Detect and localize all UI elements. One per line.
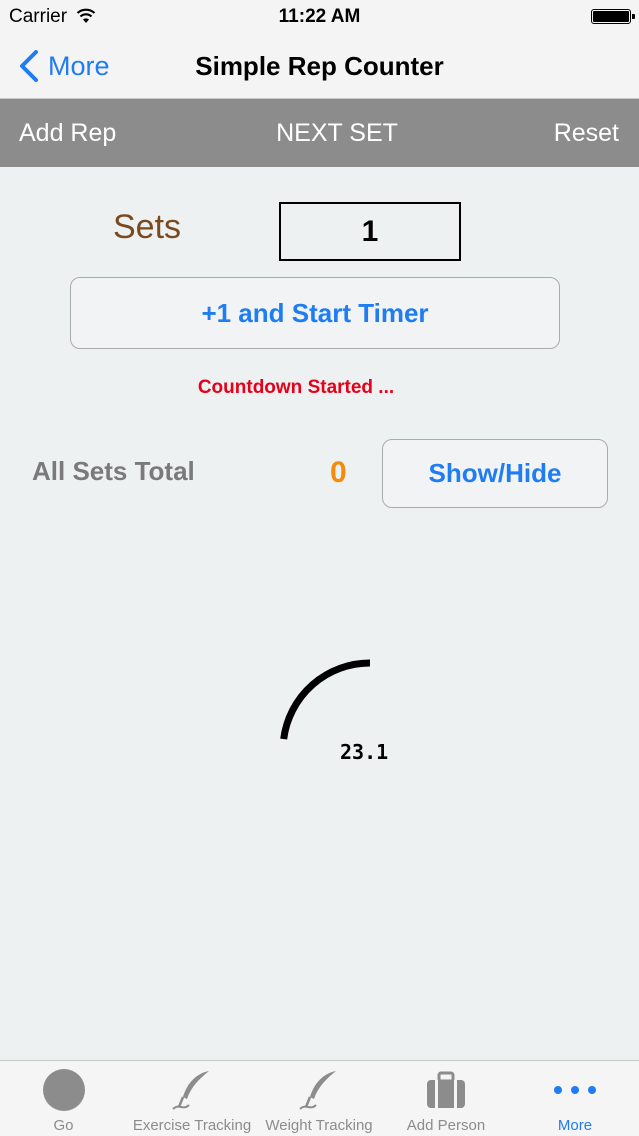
tab-weight-tracking[interactable]: Weight Tracking: [257, 1061, 381, 1136]
tab-label: Add Person: [406, 1117, 486, 1134]
timer-value: 23.1: [340, 740, 389, 764]
tab-more[interactable]: More: [511, 1061, 639, 1136]
action-toolbar: Add Rep NEXT SET Reset: [0, 99, 639, 167]
tab-bar: Go Exercise Tracking Weight Tracking Add…: [0, 1060, 639, 1136]
battery-icon: [591, 9, 635, 24]
all-sets-total-label: All Sets Total: [32, 456, 195, 486]
tab-add-person[interactable]: Add Person: [381, 1061, 511, 1136]
quill-icon: [172, 1071, 209, 1110]
countdown-timer-arc: [280, 659, 371, 740]
tab-label: Weight Tracking: [265, 1117, 373, 1134]
reset-button[interactable]: Reset: [554, 119, 619, 148]
next-set-button[interactable]: NEXT SET: [0, 119, 639, 148]
sets-count-field[interactable]: 1: [279, 202, 461, 261]
all-sets-total-value: 0: [330, 456, 347, 489]
status-bar: Carrier 11:22 AM: [0, 0, 639, 33]
timer-progress-arc: [280, 659, 371, 740]
tab-exercise-tracking[interactable]: Exercise Tracking: [127, 1061, 257, 1136]
quill-icon: [299, 1071, 336, 1110]
page-title: Simple Rep Counter: [195, 51, 444, 81]
tab-go[interactable]: Go: [0, 1061, 127, 1136]
navigation-bar: More Simple Rep Counter: [0, 33, 639, 99]
show-hide-button[interactable]: Show/Hide: [382, 439, 608, 508]
sets-label: Sets: [113, 208, 182, 246]
start-timer-button[interactable]: +1 and Start Timer: [70, 277, 560, 349]
tab-label: More: [557, 1117, 593, 1134]
status-time: 11:22 AM: [278, 6, 361, 27]
more-dots-icon: [554, 1086, 596, 1094]
countdown-status: Countdown Started ...: [197, 377, 395, 398]
circle-icon: [42, 1069, 85, 1111]
tab-label: Exercise Tracking: [132, 1117, 252, 1134]
briefcase-icon: [427, 1071, 465, 1108]
tab-label: Go: [53, 1117, 74, 1134]
